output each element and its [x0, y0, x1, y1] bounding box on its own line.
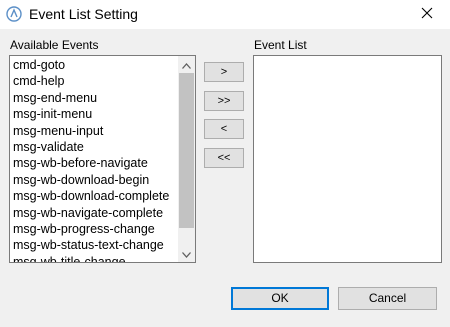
list-item[interactable]: msg-menu-input — [12, 123, 177, 139]
close-icon — [421, 6, 433, 24]
list-item[interactable]: msg-wb-title-change — [12, 254, 177, 262]
list-item[interactable]: msg-validate — [12, 139, 177, 155]
scroll-up-button[interactable] — [178, 56, 195, 73]
add-event-button[interactable]: > — [204, 62, 244, 82]
event-list-setting-dialog: Event List Setting Available Events Even… — [0, 0, 450, 327]
list-item[interactable]: msg-end-menu — [12, 90, 177, 106]
list-item[interactable]: cmd-goto — [12, 57, 177, 73]
list-item[interactable]: msg-wb-before-navigate — [12, 155, 177, 171]
app-logo-icon — [6, 6, 22, 22]
close-button[interactable] — [404, 0, 450, 29]
remove-all-events-button[interactable]: << — [204, 148, 244, 168]
list-item[interactable]: msg-wb-download-complete — [12, 188, 177, 204]
window-title: Event List Setting — [29, 6, 138, 22]
list-item[interactable]: msg-wb-progress-change — [12, 221, 177, 237]
chevron-up-icon — [182, 56, 191, 74]
available-events-scrollbar[interactable] — [178, 56, 195, 262]
list-item[interactable]: msg-wb-download-begin — [12, 172, 177, 188]
available-events-label: Available Events — [10, 38, 99, 52]
remove-event-button[interactable]: < — [204, 119, 244, 139]
event-list-label: Event List — [254, 38, 307, 52]
event-list-items — [256, 57, 439, 262]
scroll-down-button[interactable] — [178, 245, 195, 262]
scrollbar-thumb[interactable] — [179, 73, 194, 228]
list-item[interactable]: msg-wb-navigate-complete — [12, 205, 177, 221]
chevron-down-icon — [182, 245, 191, 263]
list-item[interactable]: cmd-help — [12, 73, 177, 89]
add-all-events-button[interactable]: >> — [204, 91, 244, 111]
title-bar: Event List Setting — [0, 0, 450, 29]
list-item[interactable]: msg-wb-status-text-change — [12, 237, 177, 253]
available-events-items: cmd-goto cmd-help msg-end-menu msg-init-men… — [12, 57, 177, 262]
list-item[interactable]: msg-init-menu — [12, 106, 177, 122]
cancel-button[interactable]: Cancel — [338, 287, 437, 310]
ok-button[interactable]: OK — [231, 287, 329, 310]
event-list-listbox[interactable] — [253, 55, 442, 263]
available-events-listbox[interactable]: cmd-goto cmd-help msg-end-menu msg-init-men… — [9, 55, 196, 263]
